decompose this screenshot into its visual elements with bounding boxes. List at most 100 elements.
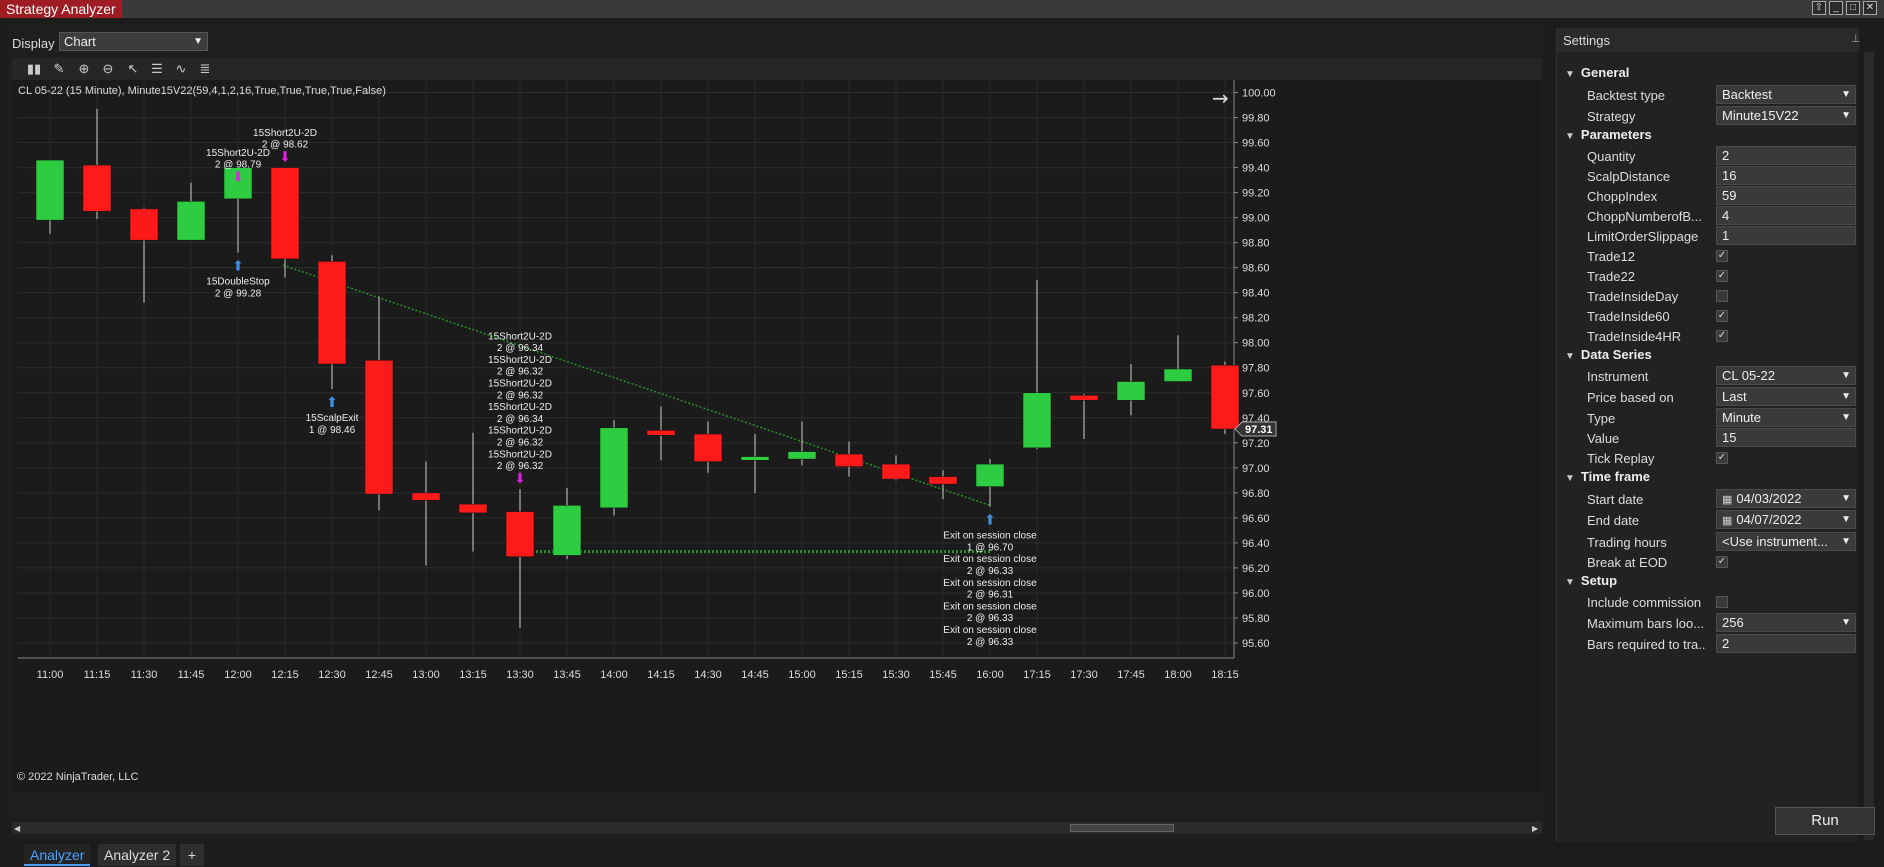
y-tick-label: 98.80 [1242, 238, 1270, 250]
chart-canvas: 100.00 99.80 99.60 99.40 99.20 99.00 98.80 98.6… [18, 80, 1277, 681]
trade12-label: Trade12 [1587, 249, 1635, 264]
zoom-out-icon[interactable]: ⊖ [99, 60, 117, 78]
x-tick-label: 12:30 [318, 669, 346, 681]
x-tick-label: 14:30 [694, 669, 722, 681]
y-tick-label: 97.00 [1242, 463, 1270, 475]
backtest-type-label: Backtest type [1587, 88, 1666, 103]
trade-annotation: 2 @ 96.34 [497, 414, 544, 425]
close-icon[interactable]: ✕ [1863, 1, 1877, 15]
short-entry-arrow: ⬇ [232, 170, 244, 186]
trade-annotation: 2 @ 99.28 [215, 288, 262, 299]
include-commission-checkbox[interactable] [1716, 596, 1728, 608]
scroll-left-icon[interactable]: ◀ [14, 824, 20, 833]
start-date-picker[interactable]: ▦ 04/03/2022 ▼ [1716, 489, 1856, 508]
trade-annotation: Exit on session close [943, 625, 1037, 636]
bars-required-field[interactable]: 2 [1716, 634, 1856, 653]
tab-analyzer-2[interactable]: Analyzer 2 [98, 844, 177, 866]
instrument-select[interactable]: CL 05-22 ▼ [1716, 366, 1856, 385]
candle-body [881, 463, 911, 480]
limit-slippage-field[interactable]: 1 [1716, 226, 1856, 245]
type-select[interactable]: Minute ▼ [1716, 408, 1856, 427]
quantity-field[interactable]: 2 [1716, 146, 1856, 165]
exit-arrow: ⬆ [984, 513, 996, 529]
tick-replay-checkbox[interactable]: ✓ [1716, 452, 1728, 464]
display-select[interactable]: Chart ▼ [59, 32, 208, 51]
y-tick-label: 99.80 [1242, 113, 1270, 125]
run-button[interactable]: Run [1775, 807, 1875, 835]
chopp-number-field[interactable]: 4 [1716, 206, 1856, 225]
candle-body [458, 503, 488, 514]
chevron-down-icon: ▼ [1841, 391, 1851, 402]
settings-header: Settings ⊥ [1557, 28, 1861, 52]
candle-body [1163, 368, 1193, 382]
section-data-series[interactable]: ▼ Data Series [1565, 347, 1652, 362]
trade-annotation: 2 @ 96.33 [967, 637, 1014, 648]
trade-annotation: 1 @ 98.46 [309, 425, 356, 436]
trade-annotation: 2 @ 96.33 [967, 566, 1014, 577]
pin-icon[interactable]: ⊥ [1851, 32, 1861, 45]
scroll-right-icon[interactable]: ▶ [1532, 824, 1538, 833]
strategy-select[interactable]: Minute15V22 ▼ [1716, 106, 1856, 125]
trade-inside60-checkbox[interactable]: ✓ [1716, 310, 1728, 322]
trade22-label: Trade22 [1587, 269, 1635, 284]
bar-type-icon[interactable]: ▮▮ [25, 60, 43, 78]
trade-annotation: 15Short2U-2D [488, 379, 552, 390]
x-tick-label: 17:45 [1117, 669, 1145, 681]
trade-annotation: 1 @ 96.70 [967, 542, 1014, 553]
trading-hours-select[interactable]: <Use instrument... ▼ [1716, 532, 1856, 551]
drawing-tool-icon[interactable]: ✎ [50, 60, 68, 78]
trade-inside4hr-checkbox[interactable]: ✓ [1716, 330, 1728, 342]
limit-slippage-label: LimitOrderSlippage [1587, 229, 1699, 244]
indicators-icon[interactable]: ∿ [172, 60, 190, 78]
value-field[interactable]: 15 [1716, 428, 1856, 447]
trade-annotation: 15Short2U-2D [253, 128, 317, 139]
trade-annotation: 15DoubleStop [206, 277, 270, 288]
horizontal-scrollbar[interactable]: ◀ ▶ [12, 822, 1542, 834]
y-tick-label: 96.80 [1242, 488, 1270, 500]
x-tick-label: 11:45 [178, 669, 205, 681]
maximize-icon[interactable]: □ [1846, 1, 1860, 15]
last-price-label: 97.31 [1245, 424, 1273, 436]
price-based-on-select[interactable]: Last ▼ [1716, 387, 1856, 406]
backtest-type-select[interactable]: Backtest ▼ [1716, 85, 1856, 104]
x-tick-label: 14:15 [647, 669, 675, 681]
trade12-checkbox[interactable]: ✓ [1716, 250, 1728, 262]
scalp-distance-field[interactable]: 16 [1716, 166, 1856, 185]
x-tick-label: 11:15 [84, 669, 111, 681]
tab-analyzer[interactable]: Analyzer [24, 844, 91, 866]
tick-replay-label: Tick Replay [1587, 451, 1655, 466]
strategies-list-icon[interactable]: ≣ [196, 60, 214, 78]
trade-inside-day-checkbox[interactable] [1716, 290, 1728, 302]
candle-body [834, 453, 864, 467]
y-tick-label: 98.60 [1242, 263, 1270, 275]
section-general[interactable]: ▼ General [1565, 65, 1629, 80]
restore-icon[interactable]: ⇧ [1812, 1, 1826, 15]
section-setup[interactable]: ▼ Setup [1565, 573, 1617, 588]
zoom-in-icon[interactable]: ⊕ [75, 60, 93, 78]
y-tick-label: 97.20 [1242, 438, 1270, 450]
section-time-frame[interactable]: ▼ Time frame [1565, 469, 1650, 484]
add-tab-button[interactable]: + [180, 844, 204, 866]
x-tick-label: 15:15 [835, 669, 863, 681]
scrollbar-thumb[interactable] [1070, 824, 1174, 832]
scroll-to-latest-icon: → [1212, 86, 1229, 110]
chopp-index-field[interactable]: 59 [1716, 186, 1856, 205]
pointer-icon[interactable]: ↖ [124, 60, 142, 78]
exit-arrow: ⬆ [232, 259, 244, 275]
settings-scrollbar[interactable] [1864, 52, 1874, 840]
x-tick-label: 17:30 [1070, 669, 1098, 681]
trade-annotation: 15Short2U-2D [206, 148, 270, 159]
minimize-icon[interactable]: _ [1829, 1, 1843, 15]
price-chart[interactable]: 100.00 99.80 99.60 99.40 99.20 99.00 98.80 98.6… [12, 80, 1542, 792]
section-parameters[interactable]: ▼ Parameters [1565, 127, 1652, 142]
break-at-eod-checkbox[interactable]: ✓ [1716, 556, 1728, 568]
trade22-checkbox[interactable]: ✓ [1716, 270, 1728, 282]
chart-title: CL 05-22 (15 Minute), Minute15V22(59,4,1… [18, 85, 386, 97]
properties-icon[interactable]: ☰ [148, 60, 166, 78]
max-bars-select[interactable]: 256 ▼ [1716, 613, 1856, 632]
y-tick-label: 96.00 [1242, 588, 1270, 600]
y-tick-label: 95.80 [1242, 613, 1270, 625]
x-tick-label: 13:00 [412, 669, 440, 681]
end-date-picker[interactable]: ▦ 04/07/2022 ▼ [1716, 510, 1856, 529]
trade-annotation: 2 @ 96.34 [497, 343, 544, 354]
